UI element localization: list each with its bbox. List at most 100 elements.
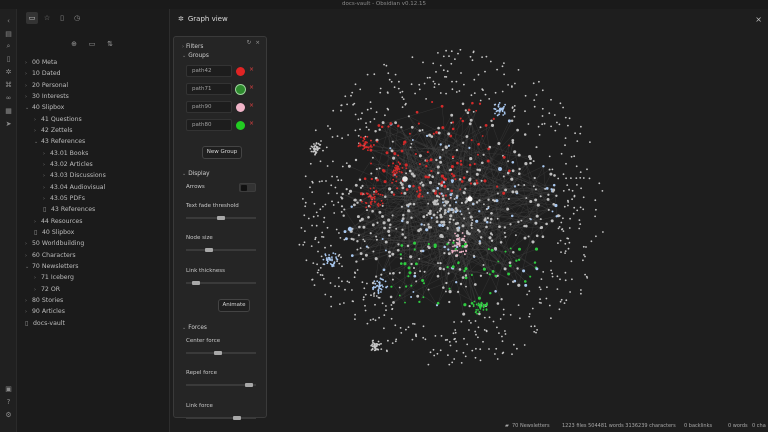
graph-node[interactable] (337, 201, 340, 204)
graph-node[interactable] (399, 253, 402, 256)
graph-node[interactable] (418, 186, 421, 189)
graph-node[interactable] (559, 239, 562, 242)
graph-node[interactable] (552, 183, 556, 187)
graph-node[interactable] (545, 222, 548, 226)
graph-node[interactable] (401, 233, 404, 236)
cluster-node[interactable] (319, 143, 322, 146)
graph-node[interactable] (418, 188, 422, 192)
graph-node[interactable] (427, 225, 431, 229)
remove-group-icon[interactable]: × (249, 102, 254, 109)
graph-node[interactable] (447, 241, 450, 244)
graph-node[interactable] (555, 215, 558, 218)
graph-node[interactable] (449, 168, 453, 172)
graph-node[interactable] (461, 224, 465, 228)
graph-node[interactable] (462, 191, 466, 195)
graph-node[interactable] (484, 70, 486, 73)
hub-node[interactable] (347, 226, 353, 232)
graph-node[interactable] (470, 94, 473, 97)
cluster-node[interactable] (373, 345, 376, 348)
cluster-node[interactable] (486, 302, 488, 305)
graph-node[interactable] (358, 225, 361, 229)
graph-node[interactable] (427, 288, 430, 291)
cluster-node[interactable] (316, 149, 319, 152)
cluster-node[interactable] (394, 166, 396, 169)
graph-node[interactable] (381, 214, 384, 218)
graph-node[interactable] (514, 234, 517, 237)
graph-node[interactable] (469, 157, 473, 161)
arrows-toggle[interactable] (239, 183, 256, 192)
graph-node[interactable] (427, 202, 430, 205)
graph-node[interactable] (348, 189, 353, 193)
graph-node[interactable] (447, 272, 450, 275)
graph-node[interactable] (462, 312, 466, 316)
graph-node[interactable] (359, 128, 361, 131)
cluster-node[interactable] (456, 249, 459, 252)
cluster-node[interactable] (396, 168, 399, 171)
graph-node[interactable] (514, 190, 519, 194)
graph-node[interactable] (456, 161, 459, 165)
graph-node[interactable] (464, 276, 468, 280)
slider-thumb[interactable] (232, 416, 241, 420)
cluster-node[interactable] (378, 343, 381, 346)
graph-node[interactable] (341, 137, 343, 140)
graph-node[interactable] (466, 111, 470, 115)
cluster-node[interactable] (385, 286, 388, 289)
graph-node[interactable] (356, 240, 359, 243)
graph-node[interactable] (452, 241, 455, 244)
graph-node[interactable] (503, 226, 506, 229)
cluster-node[interactable] (503, 111, 506, 114)
graph-node[interactable] (390, 317, 393, 320)
graph-node[interactable] (508, 169, 511, 173)
graph-node[interactable] (467, 207, 470, 210)
cluster-node[interactable] (397, 161, 400, 164)
graph-node[interactable] (507, 160, 510, 163)
graph-node[interactable] (557, 242, 559, 245)
tree-folder[interactable]: › 90 Articles (25, 306, 65, 317)
graph-node[interactable] (585, 246, 587, 248)
cluster-node[interactable] (310, 150, 313, 153)
graph-node[interactable] (546, 197, 550, 201)
graph-node[interactable] (340, 205, 344, 208)
graph-node[interactable] (548, 168, 551, 171)
graph-node[interactable] (451, 155, 455, 159)
graph-node[interactable] (382, 268, 386, 272)
graph-node[interactable] (470, 273, 473, 277)
graph-node[interactable] (410, 296, 413, 298)
graph-node[interactable] (486, 272, 489, 274)
graph-node[interactable] (500, 298, 503, 301)
cluster-node[interactable] (377, 290, 380, 292)
graph-node[interactable] (550, 269, 552, 272)
graph-node[interactable] (425, 228, 429, 232)
cluster-node[interactable] (381, 202, 384, 205)
graph-node[interactable] (464, 274, 468, 277)
graph-node[interactable] (572, 212, 575, 215)
graph-node[interactable] (446, 187, 450, 191)
graph-node[interactable] (391, 140, 394, 143)
graph-node[interactable] (420, 223, 423, 226)
graph-node[interactable] (475, 333, 477, 336)
cluster-node[interactable] (462, 250, 465, 253)
cluster-node[interactable] (501, 110, 504, 113)
graph-node[interactable] (538, 301, 541, 304)
graph-node[interactable] (372, 318, 375, 320)
graph-node[interactable] (389, 147, 392, 150)
graph-node[interactable] (380, 273, 383, 276)
calendar-icon[interactable]: ▦ (4, 107, 13, 116)
graph-node[interactable] (507, 283, 509, 286)
graph-node[interactable] (584, 255, 586, 258)
graph-node[interactable] (319, 208, 322, 211)
graph-node[interactable] (475, 219, 479, 223)
graph-node[interactable] (340, 197, 344, 200)
graph-node[interactable] (540, 278, 543, 280)
graph-node[interactable] (567, 124, 569, 127)
graph-node[interactable] (493, 199, 497, 203)
graph-node[interactable] (562, 106, 564, 109)
graph-node[interactable] (366, 108, 369, 111)
cluster-node[interactable] (367, 146, 370, 149)
cluster-node[interactable] (395, 171, 398, 174)
graph-node[interactable] (410, 125, 414, 129)
graph-node[interactable] (586, 277, 589, 279)
graph-node[interactable] (413, 274, 417, 278)
graph-node[interactable] (303, 241, 306, 244)
graph-node[interactable] (571, 278, 573, 281)
